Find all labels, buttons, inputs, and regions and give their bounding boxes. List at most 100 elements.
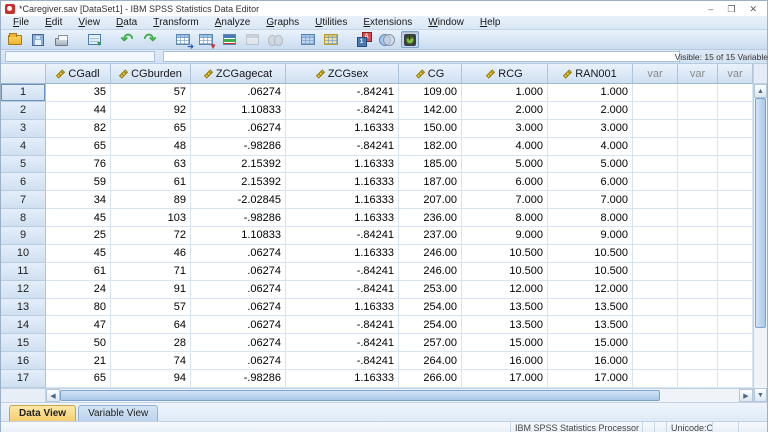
recall-dialogs-icon[interactable] [85, 31, 103, 48]
row-number[interactable]: 13 [1, 299, 46, 317]
data-cell[interactable] [678, 352, 718, 370]
data-cell[interactable]: 237.00 [399, 227, 462, 245]
data-cell[interactable] [633, 156, 678, 174]
data-cell[interactable] [678, 191, 718, 209]
data-cell[interactable]: 12.000 [548, 281, 633, 299]
data-cell[interactable] [633, 102, 678, 120]
data-cell[interactable]: 50 [46, 334, 111, 352]
data-cell[interactable]: 1.16333 [286, 120, 399, 138]
data-cell[interactable] [633, 191, 678, 209]
data-cell[interactable] [633, 209, 678, 227]
horizontal-scrollbar[interactable]: ◀ ▶ [1, 388, 753, 402]
data-cell[interactable] [678, 120, 718, 138]
data-cell[interactable]: 57 [111, 84, 191, 102]
menu-extensions[interactable]: Extensions [355, 16, 420, 29]
data-cell[interactable]: -.84241 [286, 138, 399, 156]
data-cell[interactable]: 6.000 [462, 173, 548, 191]
row-number[interactable]: 2 [1, 102, 46, 120]
data-cell[interactable]: 13.500 [462, 316, 548, 334]
data-cell[interactable]: 7.000 [548, 191, 633, 209]
data-cell[interactable]: .06274 [191, 120, 286, 138]
data-cell[interactable]: 94 [111, 370, 191, 388]
data-cell[interactable]: 28 [111, 334, 191, 352]
data-cell[interactable]: 80 [46, 299, 111, 317]
data-cell[interactable]: 1.16333 [286, 209, 399, 227]
data-cell[interactable]: 10.500 [462, 245, 548, 263]
restore-button[interactable]: ❐ [727, 4, 735, 14]
column-header-var[interactable]: var [678, 64, 718, 84]
data-cell[interactable]: 44 [46, 102, 111, 120]
menu-file[interactable]: File [5, 16, 37, 29]
goto-case-icon[interactable]: ➜ [174, 31, 192, 48]
data-cell[interactable]: 253.00 [399, 281, 462, 299]
data-cell[interactable]: .06274 [191, 245, 286, 263]
data-cell[interactable]: 74 [111, 352, 191, 370]
data-cell[interactable]: 254.00 [399, 299, 462, 317]
data-cell[interactable]: 64 [111, 316, 191, 334]
data-cell[interactable]: .06274 [191, 84, 286, 102]
data-cell[interactable]: 150.00 [399, 120, 462, 138]
value-labels-icon[interactable] [401, 31, 419, 48]
data-cell[interactable] [718, 102, 753, 120]
data-cell[interactable]: 61 [46, 263, 111, 281]
data-cell[interactable] [678, 334, 718, 352]
insert-variable-icon[interactable] [322, 31, 340, 48]
data-cell[interactable]: 45 [46, 209, 111, 227]
scroll-up-button[interactable]: ▲ [754, 84, 767, 98]
data-cell[interactable]: -.84241 [286, 102, 399, 120]
data-cell[interactable]: 1.000 [548, 84, 633, 102]
scroll-down-button[interactable]: ▼ [754, 388, 767, 402]
data-cell[interactable] [718, 138, 753, 156]
data-cell[interactable]: .06274 [191, 334, 286, 352]
horizontal-scroll-track[interactable] [660, 389, 739, 402]
data-cell[interactable]: 15.000 [462, 334, 548, 352]
data-cell[interactable]: 142.00 [399, 102, 462, 120]
data-cell[interactable]: 1.10833 [191, 227, 286, 245]
data-cell[interactable]: -.84241 [286, 352, 399, 370]
data-cell[interactable]: 109.00 [399, 84, 462, 102]
data-cell[interactable] [678, 370, 718, 388]
cell-editor-field[interactable] [163, 51, 679, 62]
split-file-icon[interactable] [355, 31, 373, 48]
row-number[interactable]: 15 [1, 334, 46, 352]
row-number[interactable]: 5 [1, 156, 46, 174]
data-cell[interactable]: 207.00 [399, 191, 462, 209]
data-cell[interactable] [678, 156, 718, 174]
column-header-ran001[interactable]: RAN001 [548, 64, 633, 84]
data-cell[interactable] [633, 263, 678, 281]
data-cell[interactable] [678, 84, 718, 102]
row-number[interactable]: 16 [1, 352, 46, 370]
data-cell[interactable]: 48 [111, 138, 191, 156]
data-cell[interactable]: 12.000 [462, 281, 548, 299]
data-cell[interactable]: -.98286 [191, 138, 286, 156]
data-cell[interactable]: 46 [111, 245, 191, 263]
data-cell[interactable]: 34 [46, 191, 111, 209]
row-number[interactable]: 11 [1, 263, 46, 281]
row-number[interactable]: 12 [1, 281, 46, 299]
data-cell[interactable] [633, 352, 678, 370]
data-cell[interactable]: 57 [111, 299, 191, 317]
data-cell[interactable]: 236.00 [399, 209, 462, 227]
menu-help[interactable]: Help [472, 16, 509, 29]
data-cell[interactable]: 9.000 [462, 227, 548, 245]
data-cell[interactable]: 3.000 [548, 120, 633, 138]
data-cell[interactable]: 1.16333 [286, 245, 399, 263]
goto-variable-icon[interactable]: ▼ [197, 31, 215, 48]
data-cell[interactable]: .06274 [191, 281, 286, 299]
menu-view[interactable]: View [70, 16, 108, 29]
data-cell[interactable]: 8.000 [548, 209, 633, 227]
data-cell[interactable]: 91 [111, 281, 191, 299]
data-cell[interactable]: 1.16333 [286, 156, 399, 174]
data-cell[interactable] [633, 138, 678, 156]
select-cases-icon[interactable] [378, 31, 396, 48]
row-number[interactable]: 14 [1, 316, 46, 334]
data-cell[interactable]: 246.00 [399, 245, 462, 263]
data-cell[interactable] [718, 316, 753, 334]
data-cell[interactable]: 16.000 [548, 352, 633, 370]
column-header-rcg[interactable]: RCG [462, 64, 548, 84]
data-cell[interactable]: 187.00 [399, 173, 462, 191]
menu-window[interactable]: Window [420, 16, 472, 29]
column-header-zcgagecat[interactable]: ZCGagecat [191, 64, 286, 84]
data-cell[interactable] [718, 263, 753, 281]
minimize-button[interactable]: – [708, 4, 713, 14]
